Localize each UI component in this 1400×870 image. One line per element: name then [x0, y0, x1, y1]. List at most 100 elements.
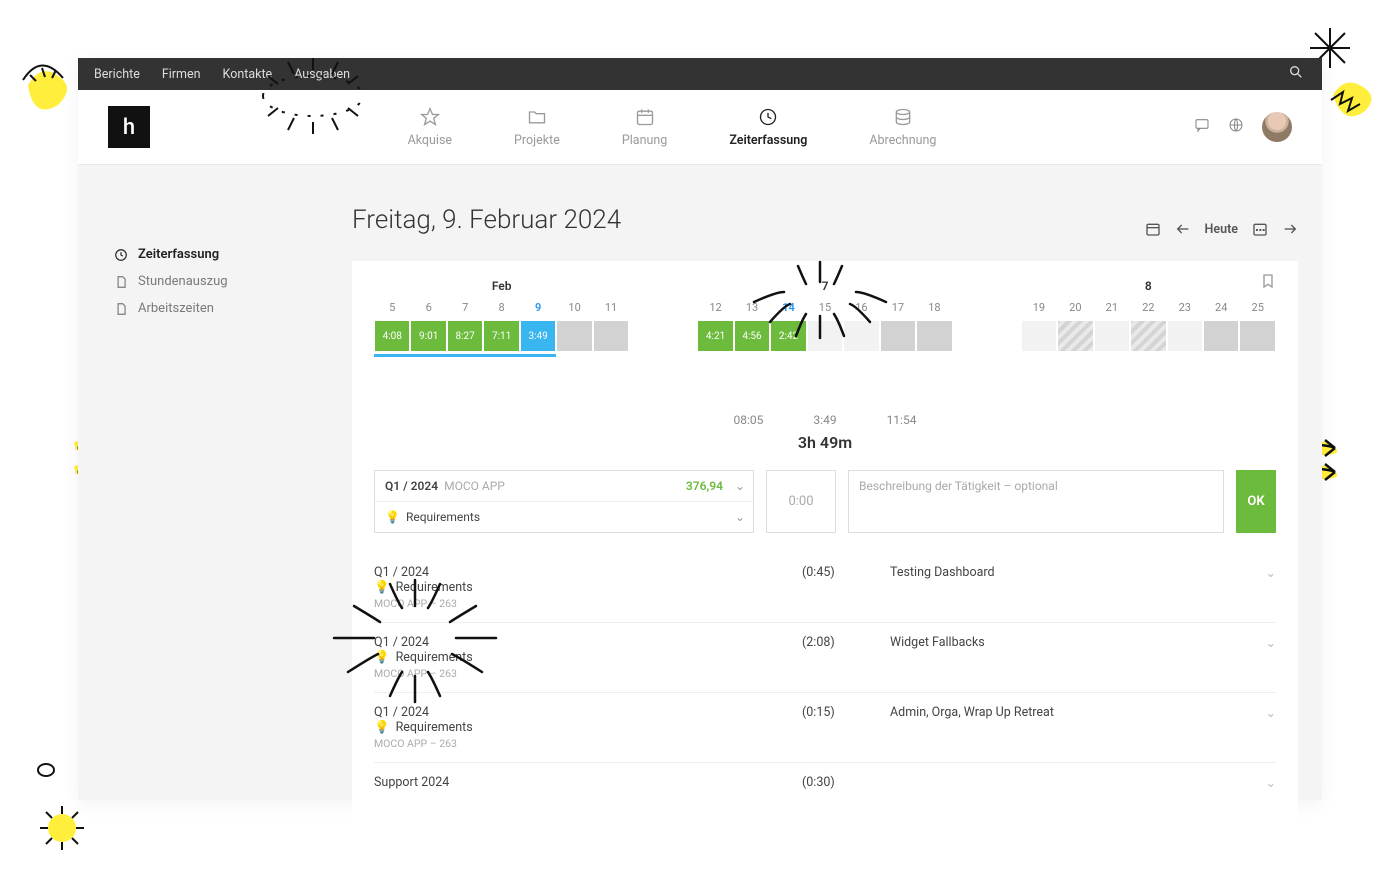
calendar-day-block[interactable] [593, 320, 629, 352]
globe-icon[interactable] [1228, 117, 1244, 137]
calendar-day-block[interactable] [556, 320, 592, 352]
entry-task: Requirements [396, 580, 473, 595]
calendar-day-block[interactable]: 4:08 [374, 320, 410, 352]
calendar-day-number[interactable]: 11 [593, 301, 629, 320]
calendar-day-block[interactable] [1167, 320, 1203, 352]
calendar-day-number[interactable]: 24 [1203, 301, 1239, 320]
time-panel: Feb5678910114:089:018:277:113:4971213141… [352, 261, 1298, 825]
next-day-button[interactable] [1282, 221, 1298, 237]
topnav-firmen[interactable]: Firmen [162, 67, 201, 82]
calendar-day-block[interactable]: 9:01 [410, 320, 446, 352]
bulb-icon: 💡 [374, 720, 390, 735]
calendar-day-block[interactable] [1239, 320, 1275, 352]
nav-abrechnung[interactable]: Abrechnung [869, 107, 936, 148]
entry-duration: (0:45) [802, 565, 882, 580]
calendar-day-block[interactable] [1094, 320, 1130, 352]
logo[interactable]: h [108, 106, 150, 148]
calendar-day-block[interactable]: 3:49 [520, 320, 556, 352]
calendar-week: 819202122232425 [1021, 279, 1276, 357]
calendar-day-number[interactable]: 18 [916, 301, 952, 320]
calendar-day-number[interactable]: 8 [483, 301, 519, 320]
calendar-day-number[interactable]: 21 [1094, 301, 1130, 320]
calendar-day-block[interactable]: 8:27 [447, 320, 483, 352]
time-entry[interactable]: Support 2024(0:30)⌄ [374, 763, 1276, 803]
nav-planung[interactable]: Planung [622, 107, 667, 148]
chevron-down-icon[interactable]: ⌄ [1266, 705, 1276, 721]
calendar-day-block[interactable]: 2:42 [770, 320, 806, 352]
date-toolbar: Heute [1145, 221, 1298, 237]
topnav-berichte[interactable]: Berichte [94, 67, 140, 82]
calendar-day-number[interactable]: 23 [1167, 301, 1203, 320]
today-button[interactable]: Heute [1205, 222, 1238, 237]
chevron-down-icon[interactable]: ⌄ [1266, 775, 1276, 791]
calendar-day-number[interactable]: 13 [734, 301, 770, 320]
entry-project: Q1 / 2024 [374, 635, 794, 650]
sidebar: Zeiterfassung Stundenauszug Arbeitszeite… [78, 165, 328, 800]
duration-input[interactable]: 0:00 [766, 470, 836, 533]
bookmark-icon[interactable] [1260, 273, 1276, 293]
calendar-day-block[interactable] [1057, 320, 1093, 352]
calendar-day-number[interactable]: 22 [1130, 301, 1166, 320]
calendar-day-block[interactable] [807, 320, 843, 352]
calendar-day-block[interactable]: 7:11 [483, 320, 519, 352]
avatar[interactable] [1262, 112, 1292, 142]
time-entry[interactable]: Q1 / 2024💡RequirementsMOCO APP – 263(0:1… [374, 693, 1276, 763]
submit-button[interactable]: OK [1236, 470, 1276, 533]
search-icon[interactable] [1288, 64, 1304, 84]
entry-duration: (0:30) [802, 775, 882, 790]
project-select[interactable]: Q1 / 2024 MOCO APP 376,94 ⌄ [375, 471, 753, 501]
topnav-ausgaben[interactable]: Ausgaben [294, 67, 350, 82]
sidebar-item-zeiterfassung[interactable]: Zeiterfassung [114, 241, 328, 268]
calendar-day-number[interactable]: 19 [1021, 301, 1057, 320]
calendar-day-number[interactable]: 15 [807, 301, 843, 320]
description-input[interactable]: Beschreibung der Tätigkeit – optional [848, 470, 1224, 533]
calendar-day-block[interactable] [1021, 320, 1057, 352]
main-nav: Akquise Projekte Planung Zeiterfassung A… [150, 107, 1194, 148]
calendar-day-number[interactable]: 7 [447, 301, 483, 320]
calendar-icon[interactable] [1145, 221, 1161, 237]
sidebar-item-arbeitszeiten[interactable]: Arbeitszeiten [114, 295, 328, 322]
calendar-day-block[interactable] [916, 320, 952, 352]
calendar-day-number[interactable]: 25 [1239, 301, 1275, 320]
calendar-day-block[interactable] [880, 320, 916, 352]
calendar-day-number[interactable]: 5 [374, 301, 410, 320]
calendar-day-number[interactable]: 6 [410, 301, 446, 320]
calendar-day-block[interactable] [1203, 320, 1239, 352]
calendar-day-number[interactable]: 12 [697, 301, 733, 320]
bulb-icon: 💡 [374, 580, 390, 595]
calendar-day-number[interactable]: 20 [1057, 301, 1093, 320]
calendar-week: Feb5678910114:089:018:277:113:49 [374, 279, 629, 357]
calendar-day-block[interactable]: 4:21 [697, 320, 733, 352]
time-entry[interactable]: Q1 / 2024💡RequirementsMOCO APP – 263(2:0… [374, 623, 1276, 693]
entry-task: Requirements [396, 720, 473, 735]
bulb-icon: 💡 [374, 650, 390, 665]
entry-meta: MOCO APP – 263 [374, 737, 794, 750]
sidebar-item-label: Stundenauszug [138, 274, 228, 289]
calendar-day-number[interactable]: 9 [520, 301, 556, 320]
entry-project: Q1 / 2024 [374, 705, 794, 720]
sidebar-item-stundenauszug[interactable]: Stundenauszug [114, 268, 328, 295]
chat-icon[interactable] [1194, 117, 1210, 137]
calendar-day-block[interactable]: 4:56 [734, 320, 770, 352]
calendar-grid-icon[interactable] [1252, 221, 1268, 237]
nav-zeiterfassung[interactable]: Zeiterfassung [729, 107, 807, 148]
work-duration: 3:49 [813, 413, 836, 427]
calendar-day-number[interactable]: 14 [770, 301, 806, 320]
budget-value: 376,94 [686, 479, 723, 493]
chevron-down-icon[interactable]: ⌄ [1266, 565, 1276, 581]
calendar-day-number[interactable]: 16 [843, 301, 879, 320]
nav-label: Akquise [408, 133, 452, 148]
chevron-down-icon[interactable]: ⌄ [1266, 635, 1276, 651]
time-entry[interactable]: Q1 / 2024💡RequirementsMOCO APP – 263(0:4… [374, 553, 1276, 623]
nav-akquise[interactable]: Akquise [408, 107, 452, 148]
calendar-day-number[interactable]: 17 [880, 301, 916, 320]
work-end: 11:54 [887, 413, 917, 427]
topnav-kontakte[interactable]: Kontakte [223, 67, 273, 82]
time-range: 08:05 3:49 11:54 [374, 413, 1276, 427]
calendar-day-number[interactable]: 10 [556, 301, 592, 320]
nav-projekte[interactable]: Projekte [514, 107, 560, 148]
prev-day-button[interactable] [1175, 221, 1191, 237]
task-select[interactable]: 💡 Requirements ⌄ [375, 501, 753, 532]
calendar-day-block[interactable] [843, 320, 879, 352]
calendar-day-block[interactable] [1130, 320, 1166, 352]
